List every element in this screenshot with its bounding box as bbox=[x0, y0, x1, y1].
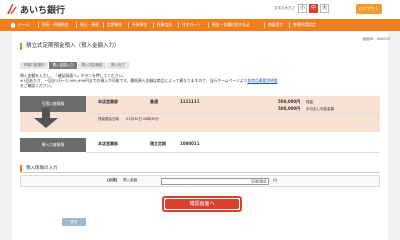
back-button[interactable]: 戻る bbox=[62, 218, 86, 226]
required-badge: [必須] bbox=[107, 178, 118, 182]
home-icon bbox=[10, 22, 16, 28]
nav-tax-payment[interactable]: 税金・各種料金の払込 bbox=[212, 19, 250, 31]
dest-number: 1000011 bbox=[180, 141, 200, 146]
balance-time-value: 01月30日 08時30分 bbox=[126, 117, 159, 121]
nav-transfer[interactable]: 振込・振替 bbox=[80, 19, 99, 31]
instruction-line-3: をご確認ください。 bbox=[20, 83, 55, 89]
nav-housing-loan[interactable]: 住宅ローン bbox=[182, 19, 201, 31]
confirm-button[interactable]: 確認画面へ bbox=[162, 196, 242, 212]
nav-balance-inquiry[interactable]: 残高・明細照会 bbox=[42, 19, 69, 31]
font-size-label: 文字の大きさ bbox=[274, 6, 295, 10]
screen-id: 画面ID：BAI002 bbox=[362, 37, 390, 41]
input-section-header: 預入情報の入力 bbox=[20, 165, 380, 173]
source-account-label: 引落口座情報 bbox=[20, 96, 86, 112]
source-type: 普通 bbox=[150, 99, 158, 104]
source-balance-label: 残高 bbox=[306, 99, 313, 104]
nav-investment-trust[interactable]: 投資信託 bbox=[157, 19, 172, 31]
step-amount-input: 預入金額入力 bbox=[49, 62, 77, 69]
input-section-title: 預入情報の入力 bbox=[20, 165, 58, 172]
step-complete: 預入完了 bbox=[107, 62, 129, 69]
page-title: 積立式定期預金預入（預入金額入力） bbox=[20, 43, 120, 50]
dest-branch: 本店営業部 bbox=[98, 141, 118, 146]
confirm-button-label: 確認画面へ bbox=[165, 199, 239, 209]
nav-time-deposit[interactable]: 定期預金 bbox=[107, 19, 122, 31]
global-nav: ホーム 残高・明細照会 振込・振替 定期預金 外貨預金 投資信託 住宅ローン 税… bbox=[0, 19, 400, 31]
header: あいち銀行 文字の大きさ 小 中 大 ログアウト bbox=[0, 0, 400, 19]
product-overview-link[interactable]: 各商品概要説明書 bbox=[247, 78, 277, 83]
source-balance: 500,000円 bbox=[278, 99, 301, 104]
instructions: 預入金額を入力し、「確認画面へ」ボタンを押してください。 ※1回あたり、一回お1… bbox=[20, 73, 278, 89]
source-available-label: お引出し可能金額 bbox=[306, 106, 334, 111]
font-size-small-button[interactable]: 小 bbox=[298, 4, 307, 13]
source-number: 1111111 bbox=[180, 99, 200, 104]
dest-account-label: 預入口座情報 bbox=[20, 138, 86, 152]
balance-time-label: 残高照会日時 bbox=[98, 117, 119, 121]
amount-label: 預入金額 bbox=[123, 178, 137, 182]
logout-button[interactable]: ログアウト bbox=[356, 4, 382, 14]
font-size-large-button[interactable]: 大 bbox=[320, 4, 329, 13]
amount-input[interactable]: 100000 bbox=[161, 178, 269, 185]
nav-foreign-deposit[interactable]: 外貨預金 bbox=[132, 19, 147, 31]
nav-home[interactable]: ホーム bbox=[18, 19, 29, 31]
step-account-select: 市場口座選択 bbox=[20, 62, 48, 69]
nav-settings[interactable]: 各種利用設定 bbox=[293, 19, 316, 31]
source-branch: 本店営業部 bbox=[98, 99, 118, 104]
bank-name: あいち銀行 bbox=[20, 6, 66, 16]
source-available: 500,000円 bbox=[278, 106, 301, 111]
step-confirm: 預入内容確認 bbox=[78, 62, 106, 69]
dest-type: 積立定期 bbox=[150, 141, 166, 146]
bank-logo-icon bbox=[7, 4, 17, 15]
arrow-down-head bbox=[34, 118, 58, 128]
amount-input-row: [必須] 預入金額 100000 円 bbox=[20, 175, 380, 187]
instruction-line-2: ※1回あたり、一回お1万～2,999,999円までの預入が可能です。最低預入金額… bbox=[20, 78, 278, 83]
yen-unit: 円 bbox=[273, 178, 277, 183]
font-size-medium-button[interactable]: 中 bbox=[309, 4, 318, 13]
nav-notifications[interactable]: 諸届受付 bbox=[268, 19, 283, 31]
